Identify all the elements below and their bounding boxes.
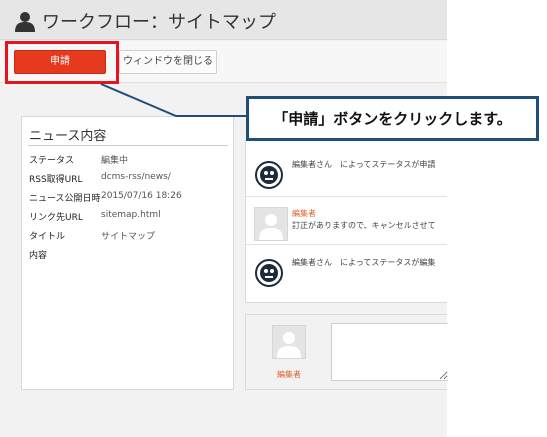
field-label: タイトル — [29, 232, 66, 242]
robot-icon — [255, 259, 283, 287]
comment-composer: 編集者 — [245, 314, 448, 390]
page-title: ワークフロー：サイトマップ — [42, 12, 276, 33]
field-value: 2015/07/16 18:26 — [101, 191, 182, 201]
instruction-callout: 「申請」ボタンをクリックします。 — [246, 96, 539, 141]
news-detail-panel: ニュース内容 ステータス 編集中 RSS取得URL dcms-rss/news/… — [21, 116, 234, 390]
title-bar: ワークフロー：サイトマップ — [0, 0, 447, 40]
field-value: サイトマップ — [101, 232, 156, 242]
history-message: 編集者さん によってステータスが編集 — [292, 258, 436, 267]
history-item: 編集者さん によってステータスが申請 — [246, 141, 447, 196]
close-window-button[interactable]: ウィンドウを閉じる — [119, 50, 217, 74]
editor-name: 編集者 — [292, 209, 316, 218]
apply-button-highlight — [5, 41, 119, 84]
field-label: RSS取得URL — [29, 175, 83, 185]
history-message: 編集者さん によってステータスが申請 — [292, 160, 436, 169]
user-avatar-icon — [254, 207, 288, 241]
user-icon — [15, 12, 35, 32]
history-panel: 編集者さん によってステータスが申請 編集者 訂正がありますので、キャンセルさせ… — [245, 140, 447, 303]
field-label: リンク先URL — [29, 213, 83, 223]
comment-input[interactable] — [331, 323, 448, 381]
field-label: ステータス — [29, 156, 75, 166]
news-panel-title: ニュース内容 — [29, 129, 107, 144]
composer-user-name: 編集者 — [277, 370, 301, 379]
history-item: 編集者 訂正がありますので、キャンセルさせて — [246, 197, 447, 244]
history-item: 編集者さん によってステータスが編集 — [246, 245, 447, 302]
user-avatar-icon — [272, 325, 306, 359]
history-message: 訂正がありますので、キャンセルさせて — [292, 221, 436, 230]
field-value: dcms-rss/news/ — [101, 172, 171, 182]
field-label: 内容 — [29, 251, 48, 261]
callout-text: 「申請」ボタンをクリックします。 — [273, 110, 512, 128]
robot-icon — [255, 161, 283, 189]
field-label: ニュース公開日時 — [29, 194, 101, 204]
divider — [28, 145, 228, 146]
field-value: 編集中 — [101, 156, 129, 166]
field-value: sitemap.html — [101, 210, 161, 220]
